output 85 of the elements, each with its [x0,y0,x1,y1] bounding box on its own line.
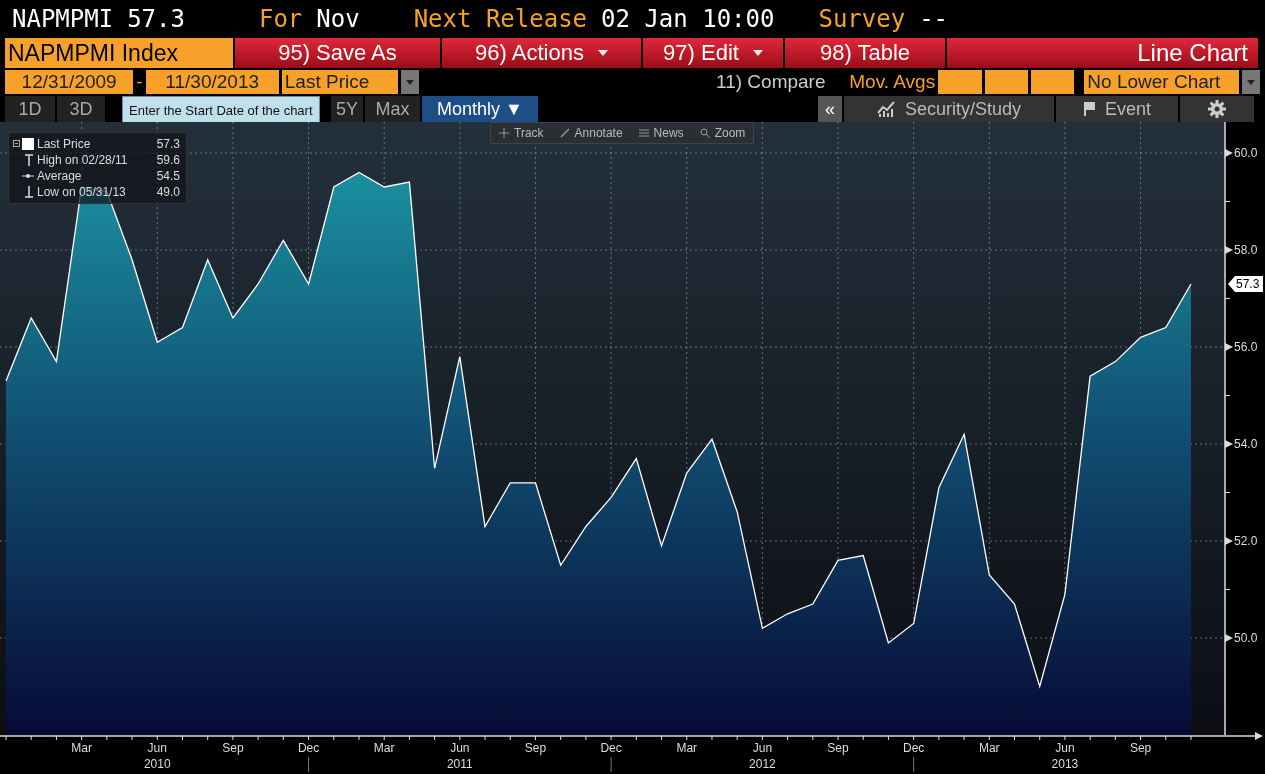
legend-value: 59.6 [156,152,181,168]
panel-tab[interactable] [1180,96,1254,122]
action-button[interactable]: 97) Edit [643,37,783,69]
x-tick-label: Jun [1055,741,1075,755]
legend-value: 54.5 [156,168,181,184]
legend-label: Last Price [37,136,92,152]
pencil-icon [559,128,570,138]
action-button[interactable]: 95) Save As [235,37,440,69]
crosshair-icon [499,128,509,138]
x-tick-label: Mar [676,741,698,755]
legend-value: 49.0 [156,184,181,200]
x-tick-label: Mar [373,741,395,755]
price-tag: 57.3 [1228,275,1263,292]
date-separator: - [136,71,143,94]
period-tab[interactable]: 3D [57,96,105,122]
search-icon [699,128,710,138]
year-label: 2011 [446,757,473,771]
settings-icon [1208,100,1226,119]
survey-value: -- [919,4,949,33]
action-button[interactable]: 98) Table [785,37,945,69]
x-tick-label: Jun [450,741,470,755]
x-tick-label: Jun [752,741,773,755]
chart-tool-button[interactable]: Annotate [551,123,631,143]
mov-avg-field[interactable] [1030,70,1075,95]
period-label: For [258,4,303,33]
period-tab[interactable]: Max [365,96,420,122]
panel-tab[interactable]: Security/Study [844,96,1054,122]
low-marker-icon [23,186,35,198]
x-tick-label: Mar [978,741,1000,755]
price-field[interactable]: Last Price [281,70,399,95]
x-tick-label: Sep [222,741,244,755]
series-swatch-icon [13,138,35,150]
news-icon [638,128,649,138]
y-tick-label: 58.0 [1234,243,1258,257]
chart-tool-button[interactable]: Track [491,123,552,143]
year-label: 2012 [749,757,776,771]
y-tick-label: 54.0 [1234,437,1258,451]
caret-icon [406,79,415,85]
y-tick-label: 50.0 [1234,631,1258,645]
legend-label: High on 02/28/11 [37,152,129,168]
survey-label: Survey [818,4,906,33]
year-label: 2013 [1051,757,1079,771]
chart-tool-button[interactable]: News [630,123,692,143]
x-tick-label: Dec [297,741,320,755]
x-tick-label: Sep [827,741,849,755]
y-tick-label: 52.0 [1234,534,1258,548]
period-tab[interactable]: 1D [5,96,55,122]
caret-icon [1247,79,1256,85]
start-date-field[interactable]: 12/31/2009 [5,70,134,95]
x-tick-label: Mar [71,741,92,755]
release-label: Next Release [413,4,588,33]
security-field[interactable]: NAPMPMI Index [5,37,233,69]
period-tab[interactable]: 5Y [331,96,363,122]
flag-icon [1083,101,1097,118]
compare-link[interactable]: 11) Compare [716,71,826,94]
mov-avg-field[interactable] [984,70,1028,95]
lower-chart-dropdown[interactable] [1242,70,1260,95]
collapse-button[interactable]: « [818,96,842,122]
period-value: Nov [316,4,360,33]
x-tick-label: Dec [903,741,925,755]
panel-tab[interactable]: Event [1056,96,1178,122]
x-tick-label: Jun [147,741,167,755]
chart-tool-button[interactable]: Zoom [691,123,754,143]
legend-value: 57.3 [156,136,181,152]
action-button[interactable]: 96) Actions [442,37,641,69]
year-label: 2010 [143,757,171,771]
period-tab[interactable]: Monthly ▼ [422,96,538,122]
y-tick-label: 56.0 [1234,340,1258,354]
ticker-symbol: NAPMPMI [12,4,114,33]
lower-chart-field[interactable]: No Lower Chart [1084,70,1240,95]
line-chart-icon [876,100,897,119]
legend-label: Low on 05/31/13 [37,184,127,200]
tooltip: Enter the Start Date of the chart [122,96,320,124]
x-tick-label: Sep [1129,741,1152,755]
mov-avg-field[interactable] [938,70,982,95]
legend-label: Average [37,168,83,184]
x-tick-label: Sep [524,741,547,755]
y-tick-label: 60.0 [1234,146,1258,160]
field-dropdown[interactable] [401,70,419,95]
end-date-field[interactable]: 11/30/2013 [145,70,279,95]
high-marker-icon [23,154,35,166]
mov-avgs-label: Mov. Avgs [849,71,936,94]
release-value: 02 Jan 10:00 [601,4,775,33]
x-tick-label: Dec [600,741,622,755]
last-value: 57.3 [127,4,185,33]
